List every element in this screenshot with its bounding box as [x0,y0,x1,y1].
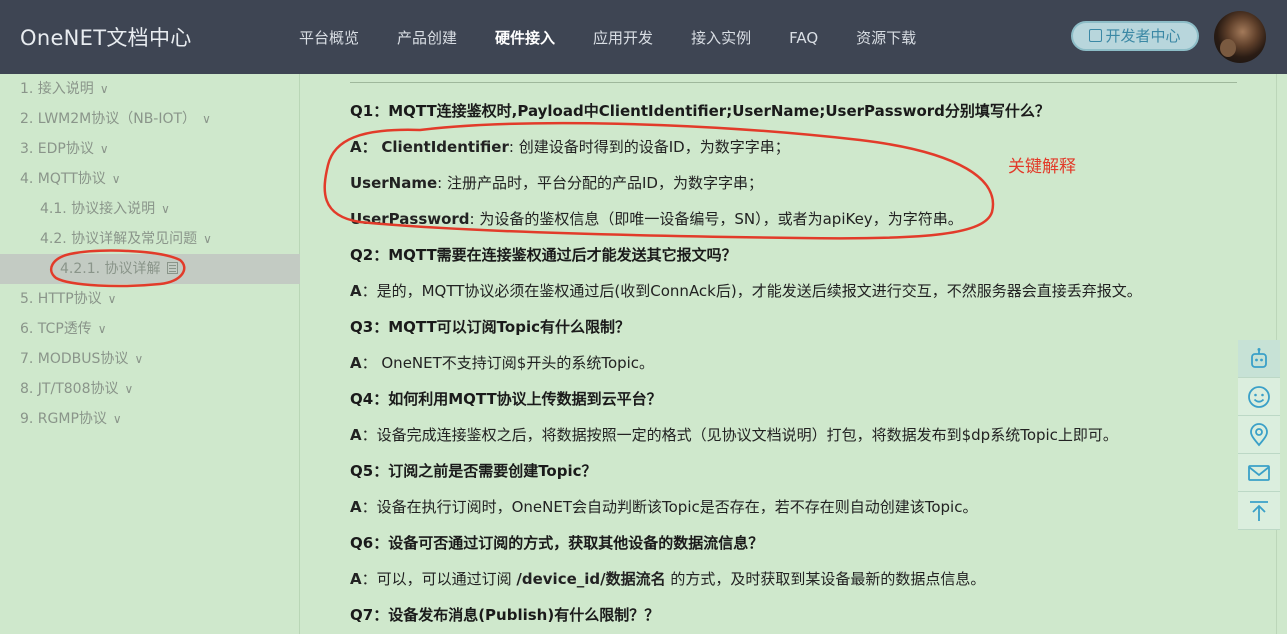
robot-assistant-button[interactable] [1238,340,1280,378]
side-toolbar [1238,340,1280,530]
chevron-down-icon: ∨ [112,412,122,426]
answer-key: UserPassword [350,210,470,228]
answer-text: ：设备完成连接鉴权之后，将数据按照一定的格式（见协议文档说明）打包，将数据发布到… [361,426,1118,444]
doc-content: Q1：MQTT连接鉴权时,Payload中ClientIdentifier;Us… [301,74,1237,634]
sidebar-item-access-intro[interactable]: 1. 接入说明 ∨ [0,74,300,104]
faq-answer-1-line-1: A： ClientIdentifier: 创建设备时得到的设备ID，为数字字串； [350,136,790,157]
top-navbar: OneNET文档中心 平台概览 产品创建 硬件接入 应用开发 接入实例 FAQ … [0,0,1287,74]
sidebar-item-label: 3. EDP协议 [20,141,94,157]
sidebar-item-label: 1. 接入说明 [20,81,94,97]
nav-faq[interactable]: FAQ [770,0,837,74]
sidebar-item-label: 4.2. 协议详解及常见问题 [40,231,198,247]
faq-question-4: Q4：如何利用MQTT协议上传数据到云平台？ [350,390,662,408]
robot-icon [1251,347,1267,368]
chevron-down-icon: ∨ [203,232,212,246]
faq-question-2: Q2：MQTT需要在连接鉴权通过后才能发送其它报文吗？ [350,246,737,264]
content-divider [350,82,1237,83]
sidebar-item-modbus[interactable]: 7. MODBUS协议 ∨ [0,344,300,374]
sidebar-item-edp[interactable]: 3. EDP协议 ∨ [0,134,300,164]
mail-icon [1248,464,1270,481]
sidebar-item-label: 7. MODBUS协议 [20,351,129,367]
feedback-button[interactable] [1238,378,1280,416]
faq-question-5: Q5：订阅之前是否需要创建Topic？ [350,462,597,480]
answer-prefix: A [350,282,362,300]
sidebar-item-rgmp[interactable]: 9. RGMP协议 ∨ [0,404,300,434]
chevron-down-icon: ∨ [111,172,121,186]
back-to-top-icon [1250,500,1268,521]
document-icon [166,262,178,274]
faq-answer-4: A：设备完成连接鉴权之后，将数据按照一定的格式（见协议文档说明）打包，将数据发布… [350,424,1118,445]
developer-center-icon [1089,29,1103,42]
answer-prefix: A [350,426,362,444]
smile-icon [1248,385,1270,408]
doc-sidebar: 1. 接入说明 ∨ 2. LWM2M协议（NB-IOT） ∨ 3. EDP协议 ∨ 4… [0,74,300,634]
faq-answer-6: A：可以，可以通过订阅 /device_id/数据流名 的方式，及时获取到某设备… [350,568,985,589]
answer-key: UserName [350,174,438,192]
answer-text: ： OneNET不支持订阅$开头的系统Topic。 [361,354,655,372]
faq-question-7: Q7：设备发布消息(Publish)有什么限制？？ [350,606,660,624]
nav-platform-overview[interactable]: 平台概览 [280,0,378,74]
faq-answer-1-line-3: UserPassword: 为设备的鉴权信息（即唯一设备编号，SN），或者为ap… [350,208,963,229]
nav-downloads[interactable]: 资源下载 [837,0,935,74]
answer-key: ClientIdentifier [381,138,509,156]
nav-hardware-access[interactable]: 硬件接入 [476,0,574,74]
faq-answer-5: A：设备在执行订阅时，OneNET会自动判断该Topic是否存在，若不存在则自动… [350,496,977,517]
answer-text: : 注册产品时，平台分配的产品ID，为数字字串； [437,174,763,192]
sidebar-item-jt808[interactable]: 8. JT/T808协议 ∨ [0,374,300,404]
nav-product-create[interactable]: 产品创建 [378,0,476,74]
site-brand[interactable]: OneNET文档中心 [20,22,192,52]
answer-text: 的方式，及时获取到某设备最新的数据点信息。 [665,570,986,588]
chevron-down-icon: ∨ [99,82,109,96]
mail-button[interactable] [1238,454,1280,492]
developer-center-label: 开发者中心 [1105,27,1181,45]
faq-question-6: Q6：设备可否通过订阅的方式，获取其他设备的数据流信息？ [350,534,764,552]
chevron-down-icon: ∨ [134,352,144,366]
answer-prefix: A [350,498,362,516]
sidebar-item-lwm2m[interactable]: 2. LWM2M协议（NB-IOT） ∨ [0,104,300,134]
answer-text: : 创建设备时得到的设备ID，为数字字串； [508,138,790,156]
avatar[interactable] [1214,11,1266,63]
chevron-down-icon: ∨ [161,202,170,216]
sidebar-item-mqtt-access[interactable]: 4.1. 协议接入说明 ∨ [0,194,300,224]
sidebar-item-label: 4.1. 协议接入说明 [40,201,156,217]
answer-text: : 为设备的鉴权信息（即唯一设备编号，SN），或者为apiKey，为字符串。 [469,210,963,228]
annotation-label: 关键解释 [1008,157,1076,177]
sidebar-item-label: 2. LWM2M协议（NB-IOT） [20,111,197,127]
sidebar-item-label: 6. TCP透传 [20,321,92,337]
sidebar-item-label: 5. HTTP协议 [20,291,102,307]
location-button[interactable] [1238,416,1280,454]
answer-prefix: A [350,354,362,372]
sidebar-item-http[interactable]: 5. HTTP协议 ∨ [0,284,300,314]
chevron-down-icon: ∨ [97,322,107,336]
developer-center-button[interactable]: 开发者中心 [1071,21,1199,51]
back-to-top-button[interactable] [1238,492,1280,530]
faq-answer-2: A：是的，MQTT协议必须在鉴权通过后(收到ConnAck后)，才能发送后续报文… [350,280,1142,301]
answer-text: ：是的，MQTT协议必须在鉴权通过后(收到ConnAck后)，才能发送后续报文进… [361,282,1142,300]
sidebar-item-protocol-details[interactable]: 4.2.1. 协议详解 [0,254,300,284]
nav-examples[interactable]: 接入实例 [672,0,770,74]
chevron-down-icon: ∨ [107,292,117,306]
answer-text: ：可以，可以通过订阅 [361,570,517,588]
sidebar-item-label: 4.2.1. 协议详解 [60,261,161,277]
sidebar-item-label: 4. MQTT协议 [20,171,106,187]
chevron-down-icon: ∨ [124,382,134,396]
sidebar-item-tcp[interactable]: 6. TCP透传 ∨ [0,314,300,344]
sidebar-item-mqtt[interactable]: 4. MQTT协议 ∨ [0,164,300,194]
faq-answer-1-line-2: UserName: 注册产品时，平台分配的产品ID，为数字字串； [350,172,763,193]
answer-code: /device_id/数据流名 [516,570,666,588]
faq-question-1: Q1：MQTT连接鉴权时,Payload中ClientIdentifier;Us… [350,102,1050,120]
chevron-down-icon: ∨ [202,112,211,126]
faq-question-3: Q3：MQTT可以订阅Topic有什么限制？ [350,318,630,336]
sidebar-item-mqtt-details-faq[interactable]: 4.2. 协议详解及常见问题 ∨ [0,224,300,254]
main-nav: 平台概览 产品创建 硬件接入 应用开发 接入实例 FAQ 资源下载 [280,0,935,74]
sidebar-item-label: 9. RGMP协议 [20,411,107,427]
chevron-down-icon: ∨ [99,142,109,156]
location-icon [1250,422,1268,446]
nav-app-dev[interactable]: 应用开发 [574,0,672,74]
answer-prefix: A [350,570,362,588]
answer-text: ：设备在执行订阅时，OneNET会自动判断该Topic是否存在，若不存在则自动创… [361,498,978,516]
sidebar-item-label: 8. JT/T808协议 [20,381,119,397]
answer-prefix: A： [350,138,377,156]
faq-answer-3: A： OneNET不支持订阅$开头的系统Topic。 [350,352,654,373]
